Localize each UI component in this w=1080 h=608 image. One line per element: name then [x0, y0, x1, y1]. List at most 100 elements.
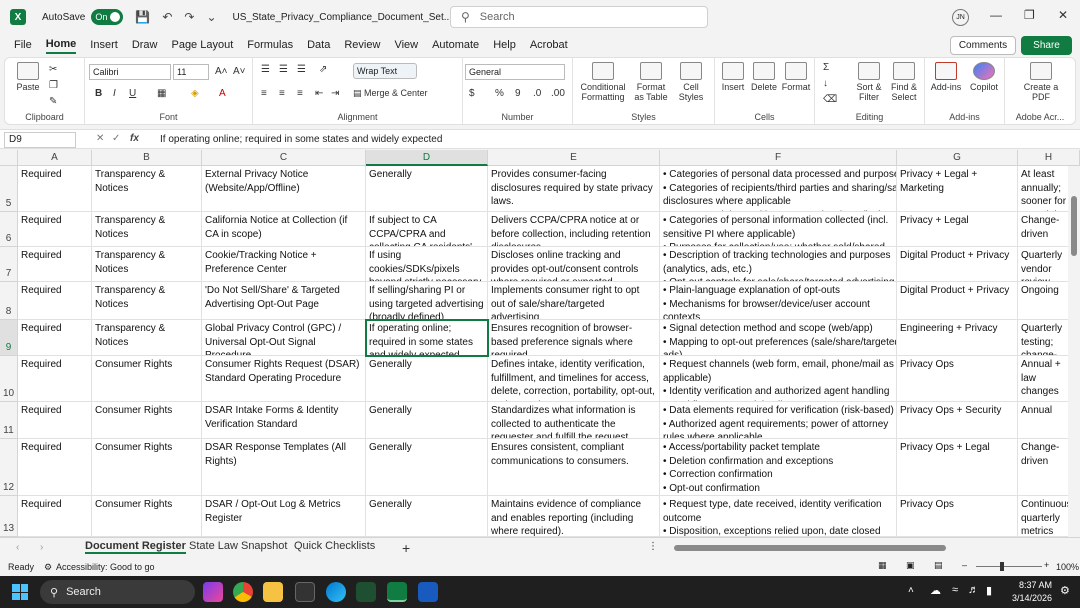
- name-box[interactable]: D9: [4, 132, 76, 148]
- next-sheet-icon[interactable]: ›: [40, 542, 43, 553]
- column-header-b[interactable]: B: [92, 150, 202, 166]
- paste-button[interactable]: Paste: [13, 62, 43, 92]
- horizontal-scrollbar[interactable]: [664, 543, 1064, 553]
- tab-quick-checklists[interactable]: Quick Checklists: [294, 540, 375, 552]
- cell-f6[interactable]: • Categories of personal information col…: [660, 212, 897, 247]
- insert-cells-button[interactable]: Insert: [719, 62, 747, 92]
- cell-a10[interactable]: Required: [18, 356, 92, 402]
- align-right-icon[interactable]: ≡: [297, 88, 303, 99]
- copilot-button[interactable]: Copilot: [967, 62, 1001, 92]
- cell-d13[interactable]: Generally: [366, 496, 488, 537]
- zoom-in-icon[interactable]: +: [1044, 560, 1049, 570]
- vertical-scroll-thumb[interactable]: [1071, 196, 1077, 256]
- tab-options-icon[interactable]: ⋮: [648, 541, 658, 552]
- menu-draw[interactable]: Draw: [132, 37, 158, 53]
- cell-a5[interactable]: Required: [18, 166, 92, 212]
- cell-a7[interactable]: Required: [18, 247, 92, 282]
- cell-g5[interactable]: Privacy + Legal + Marketing: [897, 166, 1018, 212]
- zoom-slider-thumb[interactable]: [1000, 562, 1004, 571]
- formula-input[interactable]: If operating online; required in some st…: [160, 134, 442, 145]
- cell-c9[interactable]: Global Privacy Control (GPC) / Universal…: [202, 320, 366, 356]
- menu-acrobat[interactable]: Acrobat: [530, 37, 568, 53]
- cancel-entry-icon[interactable]: ✕: [96, 133, 104, 144]
- cell-b11[interactable]: Consumer Rights: [92, 402, 202, 439]
- insert-function-icon[interactable]: fx: [130, 133, 139, 144]
- cell-g10[interactable]: Privacy Ops: [897, 356, 1018, 402]
- menu-formulas[interactable]: Formulas: [247, 37, 293, 53]
- percent-icon[interactable]: %: [495, 88, 504, 99]
- column-header-f[interactable]: F: [660, 150, 897, 166]
- cell-g8[interactable]: Digital Product + Privacy: [897, 282, 1018, 320]
- number-format-select[interactable]: General: [465, 64, 565, 80]
- clock[interactable]: 8:37 AM 3/14/2026: [1012, 579, 1052, 605]
- taskbar-search[interactable]: ⚲ Search: [40, 580, 195, 604]
- align-left-icon[interactable]: ≡: [261, 88, 267, 99]
- comments-button[interactable]: Comments: [950, 36, 1016, 55]
- bold-icon[interactable]: B: [95, 88, 102, 99]
- align-bottom-icon[interactable]: ☰: [297, 64, 306, 75]
- cell-b10[interactable]: Consumer Rights: [92, 356, 202, 402]
- excel-app-icon[interactable]: [387, 582, 407, 602]
- share-button[interactable]: Share: [1021, 36, 1072, 55]
- cell-g11[interactable]: Privacy Ops + Security: [897, 402, 1018, 439]
- cell-d7[interactable]: If using cookies/SDKs/pixels beyond stri…: [366, 247, 488, 282]
- cell-d12[interactable]: Generally: [366, 439, 488, 496]
- cell-c5[interactable]: External Privacy Notice (Website/App/Off…: [202, 166, 366, 212]
- italic-icon[interactable]: I: [113, 88, 116, 99]
- cell-g9[interactable]: Engineering + Privacy: [897, 320, 1018, 356]
- zoom-level[interactable]: 100%: [1056, 562, 1079, 572]
- row-header-9[interactable]: 9: [0, 320, 18, 356]
- vertical-scrollbar[interactable]: [1068, 166, 1080, 537]
- clear-icon[interactable]: ⌫: [823, 94, 837, 105]
- cell-f10[interactable]: • Request channels (web form, email, pho…: [660, 356, 897, 402]
- word-app-icon[interactable]: [418, 582, 438, 602]
- currency-icon[interactable]: $: [469, 88, 475, 99]
- row-header-7[interactable]: 7: [0, 247, 18, 282]
- find-select-button[interactable]: Find & Select: [887, 62, 921, 102]
- normal-view-icon[interactable]: ▦: [878, 560, 887, 571]
- font-size-select[interactable]: 11: [173, 64, 209, 80]
- row-header-10[interactable]: 10: [0, 356, 18, 402]
- prev-sheet-icon[interactable]: ‹: [16, 542, 19, 553]
- volume-icon[interactable]: ♬: [968, 584, 979, 596]
- menu-help[interactable]: Help: [493, 37, 516, 53]
- confirm-entry-icon[interactable]: ✓: [112, 133, 120, 144]
- cell-f5[interactable]: • Categories of personal data processed …: [660, 166, 897, 212]
- cell-f8[interactable]: • Plain-language explanation of opt-outs…: [660, 282, 897, 320]
- add-sheet-icon[interactable]: +: [402, 540, 410, 556]
- page-layout-view-icon[interactable]: ▣: [906, 560, 915, 571]
- cell-b6[interactable]: Transparency & Notices: [92, 212, 202, 247]
- redo-icon[interactable]: ↷: [184, 10, 194, 24]
- minimize-icon[interactable]: —: [990, 8, 1002, 22]
- increase-indent-icon[interactable]: ⇥: [331, 88, 339, 99]
- tray-chevron-icon[interactable]: ˄: [908, 585, 914, 596]
- horizontal-scroll-thumb[interactable]: [674, 545, 946, 551]
- cell-c11[interactable]: DSAR Intake Forms & Identity Verificatio…: [202, 402, 366, 439]
- cell-e8[interactable]: Implements consumer right to opt out of …: [488, 282, 660, 320]
- cell-c6[interactable]: California Notice at Collection (if CA i…: [202, 212, 366, 247]
- delete-cells-button[interactable]: Delete: [749, 62, 779, 92]
- avatar[interactable]: JN: [952, 9, 969, 26]
- accessibility-status[interactable]: Accessibility: Good to go: [56, 562, 155, 572]
- cell-f13[interactable]: • Request type, date received, identity …: [660, 496, 897, 537]
- wrap-text-button[interactable]: Wrap Text: [353, 63, 417, 79]
- tab-state-law-snapshot[interactable]: State Law Snapshot: [189, 540, 287, 552]
- cell-a13[interactable]: Required: [18, 496, 92, 537]
- addins-button[interactable]: Add-ins: [929, 62, 963, 92]
- onedrive-icon[interactable]: ☁: [930, 584, 941, 597]
- column-header-h[interactable]: H: [1018, 150, 1080, 166]
- cell-c13[interactable]: DSAR / Opt-Out Log & Metrics Register: [202, 496, 366, 537]
- cell-e10[interactable]: Defines intake, identity verification, f…: [488, 356, 660, 402]
- cell-d9[interactable]: If operating online; required in some st…: [365, 319, 489, 357]
- cell-a8[interactable]: Required: [18, 282, 92, 320]
- cell-g6[interactable]: Privacy + Legal: [897, 212, 1018, 247]
- wifi-icon[interactable]: ≈: [952, 584, 958, 596]
- conditional-formatting-button[interactable]: Conditional Formatting: [577, 62, 629, 102]
- cell-e13[interactable]: Maintains evidence of compliance and ena…: [488, 496, 660, 537]
- edge-app-icon[interactable]: [326, 582, 346, 602]
- create-pdf-button[interactable]: Create a PDF: [1019, 62, 1063, 102]
- cell-e6[interactable]: Delivers CCPA/CPRA notice at or before c…: [488, 212, 660, 247]
- row-header-11[interactable]: 11: [0, 402, 18, 439]
- format-cells-button[interactable]: Format: [781, 62, 811, 92]
- orientation-icon[interactable]: ⇗: [319, 64, 327, 75]
